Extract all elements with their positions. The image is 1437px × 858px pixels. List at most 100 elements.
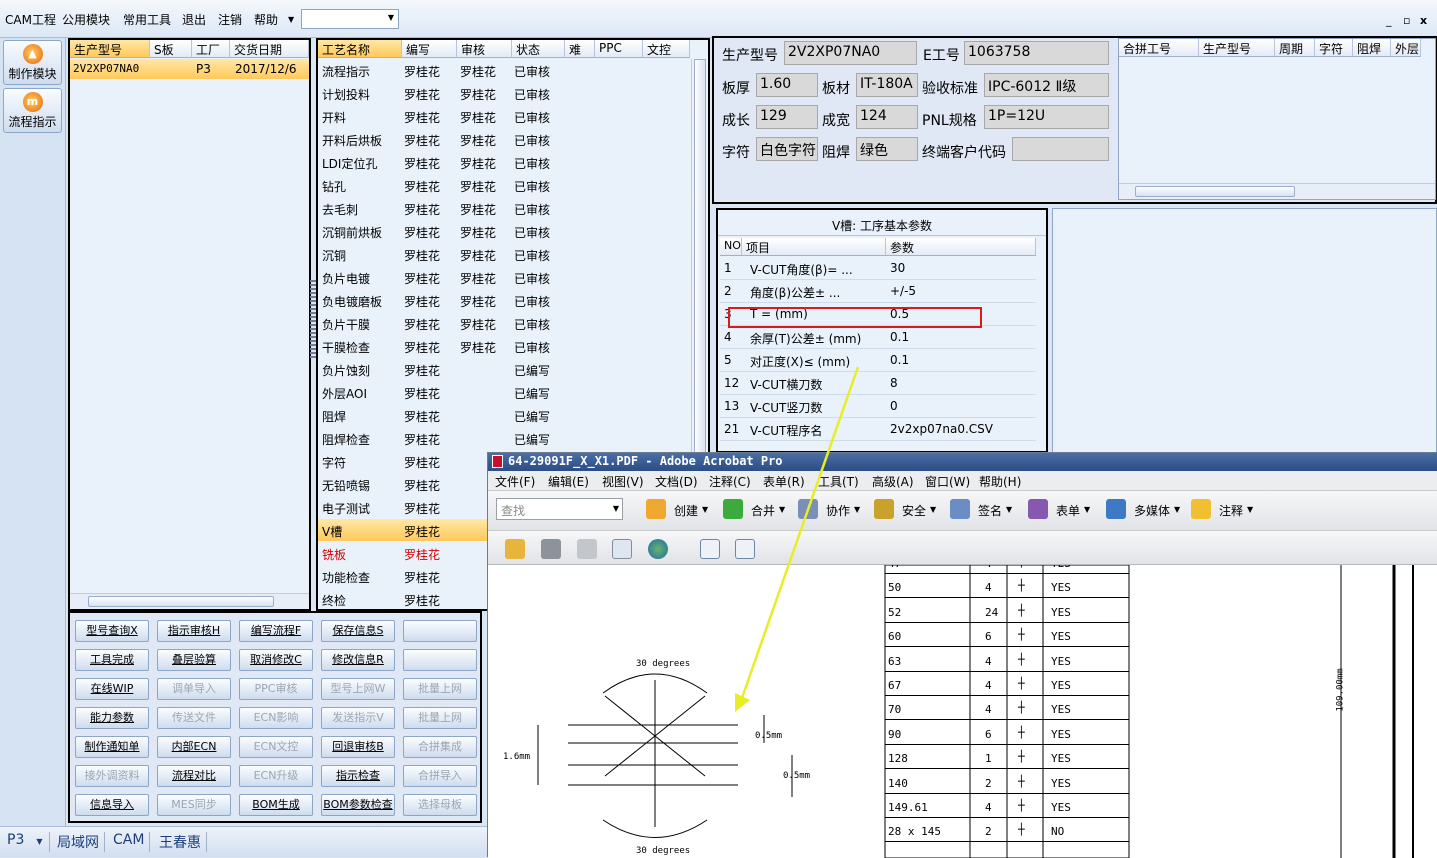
acrobat-menu-item[interactable]: 表单(R) xyxy=(763,473,805,490)
table-row[interactable]: 2 角度(β)公差± ... +/-5 xyxy=(720,280,1036,303)
toolbar-button[interactable]: 表单 xyxy=(1056,502,1080,519)
menu-cam[interactable]: CAM工程 xyxy=(5,11,56,28)
action-button[interactable] xyxy=(403,620,477,642)
action-button[interactable]: 传送文件 xyxy=(157,707,231,729)
action-button[interactable]: 流程对比 xyxy=(157,765,231,787)
acrobat-menu-item[interactable]: 工具(T) xyxy=(818,473,859,490)
action-button[interactable]: 保存信息S xyxy=(321,620,395,642)
menu-exit[interactable]: 退出 xyxy=(182,11,206,28)
merge-col[interactable]: 周期 xyxy=(1275,39,1315,57)
table-row[interactable]: 流程指示 罗桂花 罗桂花 已审核 xyxy=(318,59,690,82)
table-row[interactable]: 阻焊检查 罗桂花 已编写 xyxy=(318,427,690,450)
action-button[interactable]: 内部ECN xyxy=(157,736,231,758)
email-icon[interactable] xyxy=(612,539,632,559)
model-field[interactable]: 2V2XP07NA0 xyxy=(784,41,917,65)
make-module-button[interactable]: ▲ 制作模块 xyxy=(3,40,62,85)
width-field[interactable]: 124 xyxy=(856,105,918,129)
table-row[interactable]: 13 V-CUT竖刀数 0 xyxy=(720,395,1036,418)
col-model[interactable]: 生产型号 xyxy=(70,40,150,58)
action-button[interactable]: 修改信息R xyxy=(321,649,395,671)
menu-help[interactable]: 帮助 xyxy=(254,11,278,28)
action-button[interactable]: 批量上网 xyxy=(403,707,477,729)
table-row[interactable]: 2V2XP07NA0 P3 2017/12/6 xyxy=(70,59,309,79)
table-row[interactable]: 计划投料 罗桂花 罗桂花 已审核 xyxy=(318,82,690,105)
menu-common-modules[interactable]: 公用模块 xyxy=(62,11,110,28)
action-button[interactable]: 叠层验算 xyxy=(157,649,231,671)
table-row[interactable]: 外层AOI 罗桂花 已编写 xyxy=(318,381,690,404)
chevron-down-icon[interactable]: ▼ xyxy=(930,505,936,514)
restore-icon[interactable]: ▫ xyxy=(1403,14,1410,27)
fit-page-icon[interactable] xyxy=(735,539,755,559)
table-row[interactable]: 去毛刺 罗桂花 罗桂花 已审核 xyxy=(318,197,690,220)
col-param[interactable]: 参数 xyxy=(886,238,1036,256)
action-button[interactable]: ECN文控 xyxy=(239,736,313,758)
table-row[interactable]: LDI定位孔 罗桂花 罗桂花 已审核 xyxy=(318,151,690,174)
table-row[interactable]: 负片电镀 罗桂花 罗桂花 已审核 xyxy=(318,266,690,289)
mask-field[interactable]: 绿色 xyxy=(856,137,918,161)
action-button[interactable]: 能力参数 xyxy=(75,707,149,729)
col-factory[interactable]: 工厂 xyxy=(192,40,230,58)
thickness-field[interactable]: 1.60 xyxy=(756,73,818,97)
table-row[interactable]: 1 V-CUT角度(β)= ... 30 xyxy=(720,257,1036,280)
print-icon[interactable] xyxy=(541,539,561,559)
menu-logout[interactable]: 注销 xyxy=(218,11,242,28)
pnl-field[interactable]: 1P=12U xyxy=(984,105,1109,129)
acrobat-menu-item[interactable]: 视图(V) xyxy=(602,473,644,490)
e-no-field[interactable]: 1063758 xyxy=(964,41,1109,65)
table-row[interactable]: 21 V-CUT程序名 2v2xp07na0.CSV xyxy=(720,418,1036,441)
action-button[interactable] xyxy=(403,649,477,671)
chevron-down-icon[interactable]: ▼ xyxy=(779,505,785,514)
chevron-down-icon[interactable]: ▼ xyxy=(702,505,708,514)
lock-icon[interactable] xyxy=(874,499,894,519)
table-row[interactable]: 沉铜前烘板 罗桂花 罗桂花 已审核 xyxy=(318,220,690,243)
col-no[interactable]: NO xyxy=(720,238,742,256)
merge-col[interactable]: 外层 xyxy=(1391,39,1421,57)
std-field[interactable]: IPC-6012 Ⅱ级 xyxy=(984,73,1109,97)
action-button[interactable]: 接外调资料 xyxy=(75,765,149,787)
action-button[interactable]: 合拼集成 xyxy=(403,736,477,758)
char-field[interactable]: 白色字符 xyxy=(756,137,818,161)
col-ppc[interactable]: PPC xyxy=(595,40,643,58)
chevron-down-icon[interactable]: ▼ xyxy=(1084,505,1090,514)
action-button[interactable]: 在线WIP xyxy=(75,678,149,700)
acrobat-menu-item[interactable]: 文件(F) xyxy=(495,473,535,490)
action-button[interactable]: ECN升级 xyxy=(239,765,313,787)
acrobat-menu-item[interactable]: 帮助(H) xyxy=(979,473,1021,490)
toolbar-button[interactable]: 多媒体 xyxy=(1134,502,1170,519)
col-status[interactable]: 状态 xyxy=(512,40,565,58)
form-icon[interactable] xyxy=(1028,499,1048,519)
action-button[interactable]: 编写流程F xyxy=(239,620,313,642)
material-field[interactable]: IT-180A xyxy=(856,73,918,97)
flow-instruction-button[interactable]: m 流程指示 xyxy=(3,88,62,133)
col-item[interactable]: 项目 xyxy=(742,238,886,256)
action-button[interactable]: 取消修改C xyxy=(239,649,313,671)
action-button[interactable]: ECN影响 xyxy=(239,707,313,729)
chevron-down-icon[interactable]: ▼ xyxy=(388,13,394,22)
action-button[interactable]: 合拼导入 xyxy=(403,765,477,787)
collaborate-icon[interactable] xyxy=(798,499,818,519)
table-row[interactable]: 5 对正度(X)≤ (mm) 0.1 xyxy=(720,349,1036,372)
acrobat-menu-item[interactable]: 编辑(E) xyxy=(548,473,589,490)
pen-icon[interactable] xyxy=(950,499,970,519)
action-button[interactable]: BOM生成 xyxy=(239,794,313,816)
close-icon[interactable]: x xyxy=(1420,14,1427,27)
toolbar-button[interactable]: 合并 xyxy=(751,502,775,519)
table-row[interactable]: 负电镀磨板 罗桂花 罗桂花 已审核 xyxy=(318,289,690,312)
table-row[interactable]: 钻孔 罗桂花 罗桂花 已审核 xyxy=(318,174,690,197)
col-s[interactable]: S板 xyxy=(150,40,192,58)
menu-help-arrow-icon[interactable]: ▼ xyxy=(288,15,294,24)
acrobat-menu-item[interactable]: 文档(D) xyxy=(655,473,698,490)
chevron-down-icon[interactable]: ▼ xyxy=(1006,505,1012,514)
col-process-name[interactable]: 工艺名称 xyxy=(318,40,402,58)
table-row[interactable]: 开料 罗桂花 罗桂花 已审核 xyxy=(318,105,690,128)
merge-col[interactable]: 生产型号 xyxy=(1199,39,1275,57)
action-button[interactable]: 型号查询X xyxy=(75,620,149,642)
action-button[interactable]: 选择母板 xyxy=(403,794,477,816)
merge-col[interactable]: 阻焊 xyxy=(1353,39,1391,57)
action-button[interactable]: 信息导入 xyxy=(75,794,149,816)
table-row[interactable]: 开料后烘板 罗桂花 罗桂花 已审核 xyxy=(318,128,690,151)
merge-col[interactable]: 合拼工号 xyxy=(1119,39,1199,57)
action-button[interactable]: 指示检查 xyxy=(321,765,395,787)
action-button[interactable]: 工具完成 xyxy=(75,649,149,671)
chevron-down-icon[interactable]: ▼ xyxy=(854,505,860,514)
